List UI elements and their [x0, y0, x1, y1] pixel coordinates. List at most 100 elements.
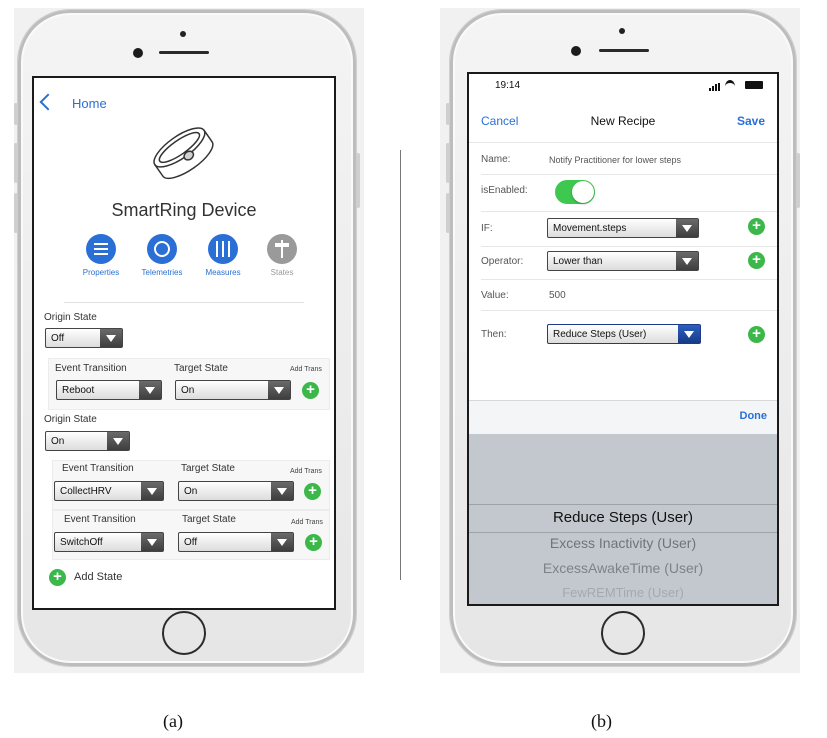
target-state-label: Target State	[182, 514, 236, 525]
chevron-down-icon	[678, 325, 700, 343]
front-camera	[571, 46, 581, 56]
select-value: CollectHRV	[60, 486, 112, 497]
list-icon[interactable]	[86, 234, 116, 264]
select-value: Lower than	[553, 256, 603, 267]
tab-properties[interactable]: Properties	[71, 268, 131, 277]
status-time: 19:14	[495, 80, 521, 91]
section-divider	[64, 302, 304, 303]
sliders-icon[interactable]	[208, 234, 238, 264]
event-transition-label: Event Transition	[62, 463, 134, 474]
volume-button	[14, 193, 18, 233]
event-transition-select[interactable]: CollectHRV	[54, 481, 164, 501]
chevron-down-icon	[141, 533, 163, 551]
select-value: SwitchOff	[60, 537, 103, 548]
add-transition-button[interactable]: +	[304, 483, 321, 500]
clock-icon[interactable]	[147, 234, 177, 264]
battery-icon	[745, 81, 763, 89]
picker-option[interactable]: FewREMTime (User)	[469, 585, 777, 600]
signal-icon	[709, 83, 721, 91]
toggle-knob	[572, 181, 594, 203]
volume-button	[14, 103, 18, 125]
power-button	[796, 153, 800, 208]
chevron-down-icon	[271, 482, 293, 500]
volume-button	[14, 143, 18, 183]
add-transition-button[interactable]: +	[302, 382, 319, 399]
signpost-icon[interactable]	[267, 234, 297, 264]
home-button[interactable]	[601, 611, 645, 655]
earpiece-speaker	[159, 51, 209, 54]
device-name: SmartRing Device	[111, 200, 257, 220]
row-divider	[481, 246, 777, 247]
if-select[interactable]: Movement.steps	[547, 218, 699, 238]
back-button[interactable]: Home	[72, 96, 107, 111]
tab-states[interactable]: States	[252, 268, 312, 277]
select-value: Off	[184, 537, 198, 548]
chevron-down-icon	[268, 381, 290, 399]
name-field[interactable]: Notify Practitioner for lower steps	[549, 155, 681, 165]
home-button[interactable]	[162, 611, 206, 655]
row-divider	[481, 310, 777, 311]
add-state-button[interactable]: +	[49, 569, 66, 586]
isenabled-toggle[interactable]	[555, 180, 595, 204]
page-title: New Recipe	[590, 114, 656, 128]
picker-selection-line	[469, 532, 777, 533]
caption-a: (a)	[163, 711, 183, 731]
chevron-down-icon	[676, 252, 698, 270]
chevron-down-icon	[676, 219, 698, 237]
add-trans-label: Add Trans	[290, 468, 322, 475]
chevron-down-icon	[100, 329, 122, 347]
sensor-dot	[180, 31, 186, 37]
chevron-down-icon	[271, 533, 293, 551]
picker-selection-line	[469, 504, 777, 505]
target-state-select[interactable]: Off	[178, 532, 294, 552]
sensor-dot	[619, 28, 625, 34]
row-divider	[481, 279, 777, 280]
back-chevron-icon[interactable]	[39, 93, 57, 111]
done-button[interactable]: Done	[740, 410, 768, 422]
screen-b: 19:14 Cancel New Recipe Save Name: Notif…	[467, 72, 779, 606]
picker-option[interactable]: Excess Inactivity (User)	[469, 535, 777, 551]
row-divider	[481, 174, 777, 175]
row-divider	[481, 211, 777, 212]
add-action-button[interactable]: +	[748, 326, 765, 343]
select-value: On	[184, 486, 198, 497]
power-button	[356, 153, 360, 208]
save-button[interactable]: Save	[737, 114, 765, 128]
chevron-down-icon	[107, 432, 129, 450]
tab-measures[interactable]: Measures	[193, 268, 253, 277]
event-transition-select[interactable]: Reboot	[56, 380, 162, 400]
select-value: On	[181, 385, 195, 396]
if-label: IF:	[481, 223, 493, 234]
screen-a: Home SmartRing Device Properties Telemet…	[32, 76, 336, 610]
select-value: On	[51, 436, 65, 447]
origin-state-label: Origin State	[44, 414, 97, 425]
target-state-select[interactable]: On	[175, 380, 291, 400]
target-state-label: Target State	[174, 363, 228, 374]
add-state-label[interactable]: Add State	[74, 571, 122, 583]
earpiece-speaker	[599, 49, 649, 52]
event-transition-select[interactable]: SwitchOff	[54, 532, 164, 552]
event-transition-label: Event Transition	[55, 363, 127, 374]
wifi-icon	[725, 80, 735, 93]
then-select[interactable]: Reduce Steps (User)	[547, 324, 701, 344]
select-value: Off	[51, 333, 65, 344]
add-trans-label: Add Trans	[291, 519, 323, 526]
origin-state-select[interactable]: On	[45, 431, 130, 451]
smart-ring-icon	[153, 127, 214, 180]
add-operator-button[interactable]: +	[748, 252, 765, 269]
tab-telemetries[interactable]: Telemetries	[132, 268, 192, 277]
picker-option[interactable]: ExcessAwakeTime (User)	[469, 560, 777, 576]
operator-label: Operator:	[481, 256, 524, 267]
chevron-down-icon	[139, 381, 161, 399]
add-condition-button[interactable]: +	[748, 218, 765, 235]
picker-option-selected[interactable]: Reduce Steps (User)	[469, 509, 777, 526]
isenabled-label: isEnabled:	[481, 185, 528, 196]
value-field[interactable]: 500	[549, 290, 566, 301]
target-state-select[interactable]: On	[178, 481, 294, 501]
add-transition-button[interactable]: +	[305, 534, 322, 551]
nav-divider	[469, 142, 777, 143]
volume-button	[446, 143, 450, 183]
origin-state-select[interactable]: Off	[45, 328, 123, 348]
operator-select[interactable]: Lower than	[547, 251, 699, 271]
panel-divider	[400, 150, 401, 580]
